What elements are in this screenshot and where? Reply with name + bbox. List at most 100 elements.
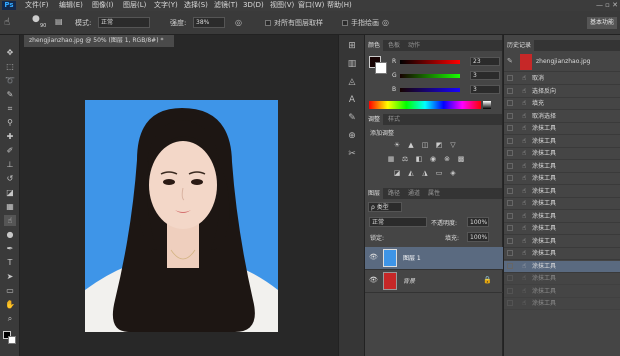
history-item[interactable]: ☝ 取消 bbox=[504, 73, 620, 85]
brush-tool-icon[interactable]: ✐ bbox=[4, 145, 16, 156]
layer1-name[interactable]: 图层 1 bbox=[403, 253, 421, 262]
portrait-photo[interactable] bbox=[85, 100, 278, 332]
visibility-eye-icon[interactable]: 👁 bbox=[369, 276, 378, 284]
vibrance-icon[interactable]: ▽ bbox=[449, 141, 457, 149]
menu-file[interactable]: 文件(F) bbox=[25, 0, 49, 11]
dodge-tool-icon[interactable]: ● bbox=[4, 229, 16, 240]
menu-help[interactable]: 帮助(H) bbox=[327, 0, 352, 11]
blue-track[interactable] bbox=[400, 88, 460, 92]
color-balance-icon[interactable]: ⚖ bbox=[401, 155, 409, 163]
hue-sat-icon[interactable]: ▦ bbox=[387, 155, 395, 163]
eraser-tool-icon[interactable]: ◪ bbox=[4, 187, 16, 198]
history-snapshot[interactable]: ✎ zhengjianzhao.jpg bbox=[504, 52, 620, 72]
history-item[interactable]: ☝ 涂抹工具 bbox=[504, 186, 620, 198]
green-value[interactable]: 3 bbox=[470, 71, 500, 80]
swatches-panel-icon[interactable]: ◬ bbox=[345, 75, 359, 89]
history-item[interactable]: ☝ 涂抹工具 bbox=[504, 211, 620, 223]
document-tab[interactable]: zhengjianzhao.jpg @ 50% (图层 1, RGB/8#) * bbox=[24, 35, 174, 47]
history-brush-tool-icon[interactable]: ↺ bbox=[4, 173, 16, 184]
history-source-checkbox[interactable] bbox=[507, 125, 513, 131]
layer-row-layer1[interactable]: 👁 图层 1 bbox=[365, 247, 503, 270]
posterize-icon[interactable]: ◭ bbox=[407, 169, 415, 177]
history-source-checkbox[interactable] bbox=[507, 75, 513, 81]
history-source-checkbox[interactable] bbox=[507, 200, 513, 206]
sample-all-checkbox[interactable] bbox=[265, 20, 271, 26]
layer-kind-filter[interactable]: ρ 类型 bbox=[368, 202, 402, 212]
history-item[interactable]: ☝ 涂抹工具 bbox=[504, 161, 620, 173]
tab-swatches[interactable]: 色板 bbox=[385, 40, 403, 51]
layer-row-background[interactable]: 👁 背景 🔒 bbox=[365, 270, 503, 293]
invert-icon[interactable]: ◪ bbox=[393, 169, 401, 177]
channel-mixer-icon[interactable]: ⊗ bbox=[443, 155, 451, 163]
threshold-icon[interactable]: ◮ bbox=[421, 169, 429, 177]
history-source-checkbox[interactable] bbox=[507, 250, 513, 256]
history-source-checkbox[interactable] bbox=[507, 112, 513, 119]
menu-select[interactable]: 选择(S) bbox=[184, 0, 208, 11]
color-lookup-icon[interactable]: ▩ bbox=[457, 155, 465, 163]
eyedropper-tool-icon[interactable]: ⚲ bbox=[4, 117, 16, 128]
history-item[interactable]: ☝ 涂抹工具 bbox=[504, 273, 620, 285]
crop-tool-icon[interactable]: ⌗ bbox=[4, 103, 16, 114]
history-source-checkbox[interactable] bbox=[507, 212, 513, 219]
fill-input[interactable]: 100% bbox=[467, 232, 489, 242]
spectrum-bar[interactable] bbox=[369, 101, 481, 109]
zoom-tool-icon[interactable]: ⌕ bbox=[4, 313, 16, 324]
menu-window[interactable]: 窗口(W) bbox=[298, 0, 324, 11]
marquee-tool-icon[interactable]: ⬚ bbox=[4, 61, 16, 72]
healing-brush-tool-icon[interactable]: ✚ bbox=[4, 131, 16, 142]
lasso-tool-icon[interactable]: ➰ bbox=[4, 75, 16, 86]
history-item[interactable]: ☝ 涂抹工具 bbox=[504, 173, 620, 185]
tab-paths[interactable]: 路径 bbox=[385, 188, 403, 199]
gradient-map-icon[interactable]: ▭ bbox=[435, 169, 443, 177]
shape-tool-icon[interactable]: ▭ bbox=[4, 285, 16, 296]
history-item[interactable]: ☝ 取消选择 bbox=[504, 111, 620, 123]
history-item[interactable]: ☝ 涂抹工具 bbox=[504, 260, 620, 273]
history-item[interactable]: ☝ 涂抹工具 bbox=[504, 198, 620, 210]
character-panel-icon[interactable]: A bbox=[345, 93, 359, 107]
history-item[interactable]: ☝ 涂抹工具 bbox=[504, 248, 620, 260]
history-item[interactable]: ☝ 涂抹工具 bbox=[504, 286, 620, 298]
history-source-checkbox[interactable] bbox=[507, 225, 513, 231]
history-source-checkbox[interactable] bbox=[507, 175, 513, 181]
brush-panel-icon[interactable]: ✎ bbox=[345, 111, 359, 125]
pen-tool-icon[interactable]: ✒ bbox=[4, 243, 16, 254]
history-item[interactable]: ☝ 涂抹工具 bbox=[504, 136, 620, 148]
history-item[interactable]: ☝ 涂抹工具 bbox=[504, 148, 620, 160]
menu-image[interactable]: 图像(I) bbox=[92, 0, 114, 11]
tab-properties[interactable]: 属性 bbox=[425, 188, 443, 199]
clone-stamp-tool-icon[interactable]: ⊥ bbox=[4, 159, 16, 170]
red-track[interactable] bbox=[400, 60, 460, 64]
exposure-icon[interactable]: ◩ bbox=[435, 141, 443, 149]
smudge-tool-icon[interactable]: ☝ bbox=[4, 215, 16, 226]
grayscale-ramp[interactable] bbox=[483, 101, 491, 109]
history-source-checkbox[interactable] bbox=[507, 300, 513, 306]
background-color-swatch[interactable] bbox=[8, 336, 16, 344]
levels-icon[interactable]: ▲ bbox=[407, 141, 415, 149]
history-item[interactable]: ☝ 涂抹工具 bbox=[504, 123, 620, 135]
tab-layers[interactable]: 图层 bbox=[365, 188, 384, 199]
history-source-checkbox[interactable] bbox=[507, 137, 513, 144]
curves-icon[interactable]: ◫ bbox=[421, 141, 429, 149]
blend-mode-select[interactable]: 正常 bbox=[369, 217, 427, 227]
window-controls[interactable]: — ▫ ✕ bbox=[596, 0, 618, 11]
history-item[interactable]: ☝ 涂抹工具 bbox=[504, 298, 620, 310]
history-source-checkbox[interactable] bbox=[507, 287, 513, 294]
bg-color-chip[interactable] bbox=[375, 62, 387, 74]
menu-view[interactable]: 视图(V) bbox=[270, 0, 294, 11]
history-panel-icon[interactable]: ⊞ bbox=[345, 39, 359, 53]
quick-select-tool-icon[interactable]: ✎ bbox=[4, 89, 16, 100]
move-tool-icon[interactable]: ✥ bbox=[4, 47, 16, 58]
menu-layer[interactable]: 图层(L) bbox=[123, 0, 146, 11]
type-tool-icon[interactable]: T bbox=[4, 257, 16, 268]
red-value[interactable]: 23 bbox=[470, 57, 500, 66]
menu-type[interactable]: 文字(Y) bbox=[154, 0, 178, 11]
mode-select[interactable]: 正常 bbox=[98, 17, 150, 28]
finger-painting-checkbox[interactable] bbox=[342, 20, 348, 26]
pressure-size-icon[interactable]: ◎ bbox=[382, 17, 392, 28]
history-source-checkbox[interactable] bbox=[507, 162, 513, 169]
history-source-checkbox[interactable] bbox=[507, 187, 513, 194]
gradient-tool-icon[interactable]: ▦ bbox=[4, 201, 16, 212]
history-item[interactable]: ☝ 填充 bbox=[504, 98, 620, 110]
green-track[interactable] bbox=[400, 74, 460, 78]
history-item[interactable]: ☝ 涂抹工具 bbox=[504, 223, 620, 235]
